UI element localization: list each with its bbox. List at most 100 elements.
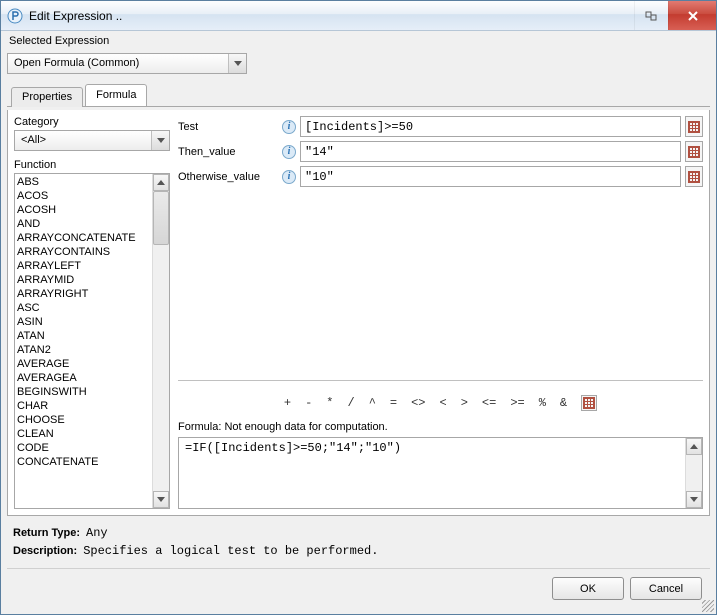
operator-button[interactable]: > <box>461 396 468 410</box>
list-item[interactable]: ARRAYCONTAINS <box>17 245 150 259</box>
divider <box>178 380 703 381</box>
list-item[interactable]: ACOSH <box>17 203 150 217</box>
list-item[interactable]: ARRAYMID <box>17 273 150 287</box>
close-button[interactable] <box>668 1 716 30</box>
tab-properties[interactable]: Properties <box>11 87 83 107</box>
param-then-row: Then_value i <box>178 141 703 162</box>
param-test-input[interactable] <box>300 116 681 137</box>
list-item[interactable]: ACOS <box>17 189 150 203</box>
scrollbar[interactable] <box>685 438 702 508</box>
grid-button[interactable] <box>581 395 597 411</box>
formula-status: Formula: Not enough data for computation… <box>178 421 703 433</box>
list-item[interactable]: AVERAGE <box>17 357 150 371</box>
resize-grip[interactable] <box>702 600 714 612</box>
grid-button[interactable] <box>685 116 703 137</box>
grid-icon <box>583 397 595 409</box>
window-buttons <box>634 1 716 30</box>
chevron-down-icon <box>228 54 246 73</box>
app-icon <box>7 8 23 24</box>
scroll-up-button[interactable] <box>153 174 169 191</box>
list-item[interactable]: ATAN <box>17 329 150 343</box>
operator-button[interactable]: + <box>284 396 291 410</box>
param-otherwise-input[interactable] <box>300 166 681 187</box>
description-value: Specifies a logical test to be performed… <box>83 542 378 560</box>
function-listbox[interactable]: ABSACOSACOSHANDARRAYCONCATENATEARRAYCONT… <box>14 173 170 509</box>
operator-button[interactable]: ^ <box>369 396 376 410</box>
list-item[interactable]: CODE <box>17 441 150 455</box>
return-type-label: Return Type: <box>13 524 80 542</box>
grid-button[interactable] <box>685 141 703 162</box>
selected-expression-label: Selected Expression <box>9 35 710 47</box>
info-icon[interactable]: i <box>282 170 296 184</box>
scrollbar[interactable] <box>152 174 169 508</box>
param-then-label: Then_value <box>178 146 278 158</box>
list-item[interactable]: ARRAYLEFT <box>17 259 150 273</box>
tab-body: Category <All> Function ABSACOSACOSHANDA… <box>7 110 710 516</box>
list-item[interactable]: ATAN2 <box>17 343 150 357</box>
list-item[interactable]: CHOOSE <box>17 413 150 427</box>
operator-button[interactable]: <= <box>482 396 496 410</box>
info-icon[interactable]: i <box>282 145 296 159</box>
description-label: Description: <box>13 542 77 560</box>
list-item[interactable]: CLEAN <box>17 427 150 441</box>
dialog-window: Edit Expression .. Selected Expression O… <box>0 0 717 615</box>
category-value: <All> <box>21 134 46 146</box>
param-then-input[interactable] <box>300 141 681 162</box>
scroll-down-button[interactable] <box>686 491 702 508</box>
list-item[interactable]: ARRAYRIGHT <box>17 287 150 301</box>
scroll-up-button[interactable] <box>686 438 702 455</box>
list-item[interactable]: ASC <box>17 301 150 315</box>
left-column: Category <All> Function ABSACOSACOSHANDA… <box>14 116 170 509</box>
grid-button[interactable] <box>685 166 703 187</box>
chevron-down-icon <box>157 497 165 502</box>
category-combo[interactable]: <All> <box>14 130 170 151</box>
formula-textarea[interactable]: =IF([Incidents]>=50;"14";"10") <box>179 438 685 508</box>
tab-formula[interactable]: Formula <box>85 84 147 106</box>
grid-icon <box>688 121 700 133</box>
list-item[interactable]: BEGINSWITH <box>17 385 150 399</box>
ok-button[interactable]: OK <box>552 577 624 600</box>
list-item[interactable]: ABS <box>17 175 150 189</box>
operator-button[interactable]: <> <box>411 396 425 410</box>
scroll-track[interactable] <box>686 455 702 491</box>
spacer <box>178 191 703 372</box>
operator-button[interactable]: - <box>305 396 312 410</box>
cancel-button[interactable]: Cancel <box>630 577 702 600</box>
list-item[interactable]: CONCATENATE <box>17 455 150 469</box>
close-icon <box>687 10 699 22</box>
grid-icon <box>688 146 700 158</box>
selected-expression-value: Open Formula (Common) <box>14 57 139 69</box>
selected-expression-combo[interactable]: Open Formula (Common) <box>7 53 247 74</box>
category-label: Category <box>14 116 170 128</box>
operator-button[interactable]: * <box>326 396 333 410</box>
param-test-label: Test <box>178 121 278 133</box>
list-item[interactable]: CHAR <box>17 399 150 413</box>
operator-button[interactable]: < <box>440 396 447 410</box>
maximize-icon <box>645 10 659 22</box>
operator-button[interactable]: / <box>347 396 354 410</box>
scroll-down-button[interactable] <box>153 491 169 508</box>
maximize-button[interactable] <box>634 1 668 30</box>
chevron-down-icon <box>690 497 698 502</box>
grid-icon <box>688 171 700 183</box>
scroll-thumb[interactable] <box>153 191 169 245</box>
param-otherwise-label: Otherwise_value <box>178 171 278 183</box>
titlebar[interactable]: Edit Expression .. <box>1 1 716 31</box>
dialog-content: Selected Expression Open Formula (Common… <box>1 31 716 614</box>
info-icon[interactable]: i <box>282 120 296 134</box>
chevron-up-icon <box>157 180 165 185</box>
operator-button[interactable]: >= <box>510 396 524 410</box>
operator-toolbar: +-*/^=<><><=>=%& <box>178 389 703 417</box>
list-item[interactable]: AVERAGEA <box>17 371 150 385</box>
list-item[interactable]: AND <box>17 217 150 231</box>
list-item[interactable]: ARRAYCONCATENATE <box>17 231 150 245</box>
chevron-down-icon <box>151 131 169 150</box>
list-item[interactable]: ASIN <box>17 315 150 329</box>
return-type-value: Any <box>86 524 108 542</box>
scroll-track[interactable] <box>153 191 169 491</box>
param-otherwise-row: Otherwise_value i <box>178 166 703 187</box>
operator-button[interactable]: % <box>539 396 546 410</box>
operator-button[interactable]: = <box>390 396 397 410</box>
operator-button[interactable]: & <box>560 396 567 410</box>
formula-box: =IF([Incidents]>=50;"14";"10") <box>178 437 703 509</box>
